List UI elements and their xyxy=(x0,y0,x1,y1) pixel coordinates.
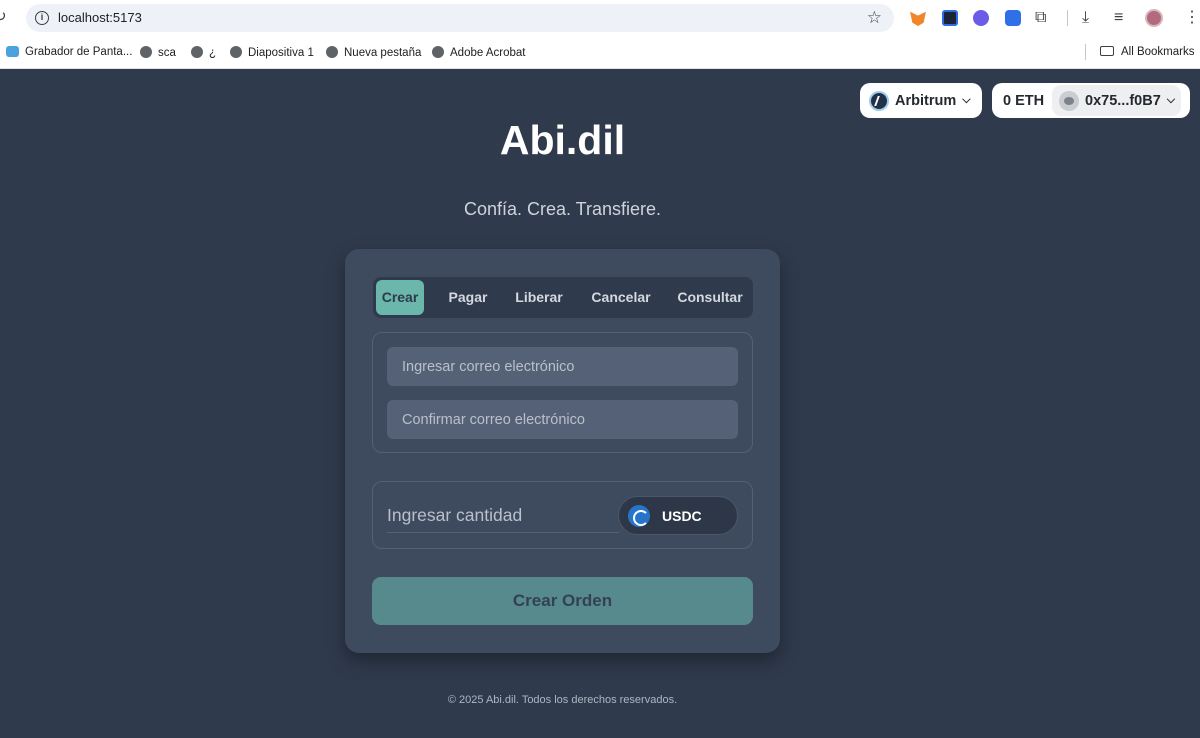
tab-cancelar[interactable]: Cancelar xyxy=(583,280,659,315)
app-title: Abi.dil xyxy=(499,117,626,163)
reload-icon[interactable]: ↻ xyxy=(0,9,10,25)
all-bookmarks-button[interactable]: All Bookmarks xyxy=(1100,46,1195,58)
url-text[interactable]: localhost:5173 xyxy=(58,10,142,25)
eth-balance: 0 ETH xyxy=(1003,92,1045,109)
globe-icon xyxy=(326,46,338,58)
token-selector-button[interactable]: USDC xyxy=(618,496,738,535)
globe-icon xyxy=(230,46,242,58)
token-symbol: USDC xyxy=(662,507,702,524)
network-name: Arbitrum xyxy=(895,92,957,109)
confirm-email-input[interactable] xyxy=(387,400,738,439)
address-pill[interactable]: 0x75...f0B7 ⌵ xyxy=(1052,85,1182,116)
network-selector-button[interactable]: Arbitrum ⌵ xyxy=(860,83,982,118)
extensions-puzzle-icon[interactable]: ⧉ xyxy=(1035,8,1046,28)
tab-crear[interactable]: Crear xyxy=(376,280,424,315)
toolbar-divider xyxy=(1067,10,1068,26)
menu-icon[interactable]: ⋮ xyxy=(1184,8,1200,28)
extension-icon[interactable] xyxy=(1005,10,1021,26)
email-input[interactable] xyxy=(387,347,738,386)
wallet-address: 0x75...f0B7 xyxy=(1085,92,1161,109)
footer-copyright: © 2025 Abi.dil. Todos los derechos reser… xyxy=(447,694,678,706)
globe-icon xyxy=(191,46,203,58)
bookmark-item[interactable]: ¿ xyxy=(191,46,216,59)
tab-consultar[interactable]: Consultar xyxy=(669,280,751,315)
bookmark-item[interactable]: sca xyxy=(140,46,176,59)
bookmark-star-icon[interactable]: ☆ xyxy=(867,8,882,28)
media-control-icon[interactable]: ≡ xyxy=(1114,8,1123,28)
bookmark-item[interactable]: Adobe Acrobat xyxy=(432,46,525,59)
extension-icon[interactable] xyxy=(942,10,958,26)
folder-icon xyxy=(1100,46,1114,56)
address-bar[interactable]: i localhost:5173 ☆ xyxy=(26,4,894,32)
tab-liberar[interactable]: Liberar xyxy=(509,280,569,315)
chevron-down-icon: ⌵ xyxy=(1166,94,1176,106)
bookmarks-bar: Grabador de Panta... sca ¿ Diapositiva 1… xyxy=(0,36,1200,69)
extension-icon[interactable] xyxy=(973,10,989,26)
globe-icon xyxy=(140,46,152,58)
email-fields-group xyxy=(372,332,753,453)
action-tabs: Crear Pagar Liberar Cancelar Consultar xyxy=(373,277,753,318)
app-tagline: Confía. Crea. Transfiere. xyxy=(463,199,662,219)
account-avatar-icon xyxy=(1059,90,1079,111)
amount-group: USDC xyxy=(372,481,753,549)
arbitrum-logo-icon xyxy=(869,90,889,111)
order-card: Crear Pagar Liberar Cancelar Consultar U… xyxy=(345,249,780,653)
usdc-logo-icon xyxy=(628,504,650,527)
profile-avatar-icon[interactable] xyxy=(1145,9,1163,27)
bookmark-item[interactable]: Grabador de Panta... xyxy=(6,46,132,58)
account-button[interactable]: 0 ETH 0x75...f0B7 ⌵ xyxy=(992,83,1190,118)
amount-input[interactable] xyxy=(387,499,619,533)
browser-toolbar: ↻ i localhost:5173 ☆ ⧉ ⤓ ≡ ⋮ xyxy=(0,0,1200,36)
download-icon[interactable]: ⤓ xyxy=(1082,8,1089,28)
bookmark-item[interactable]: Diapositiva 1 xyxy=(230,46,314,59)
site-info-icon[interactable]: i xyxy=(35,11,49,25)
bookmark-item[interactable]: Nueva pestaña xyxy=(326,46,421,59)
globe-icon xyxy=(432,46,444,58)
screen-recorder-icon xyxy=(6,46,19,57)
chevron-down-icon: ⌵ xyxy=(962,94,971,106)
bookmarks-divider xyxy=(1085,44,1086,60)
create-order-button[interactable]: Crear Orden xyxy=(372,577,753,625)
tab-pagar[interactable]: Pagar xyxy=(439,280,497,315)
metamask-extension-icon[interactable] xyxy=(910,11,926,26)
